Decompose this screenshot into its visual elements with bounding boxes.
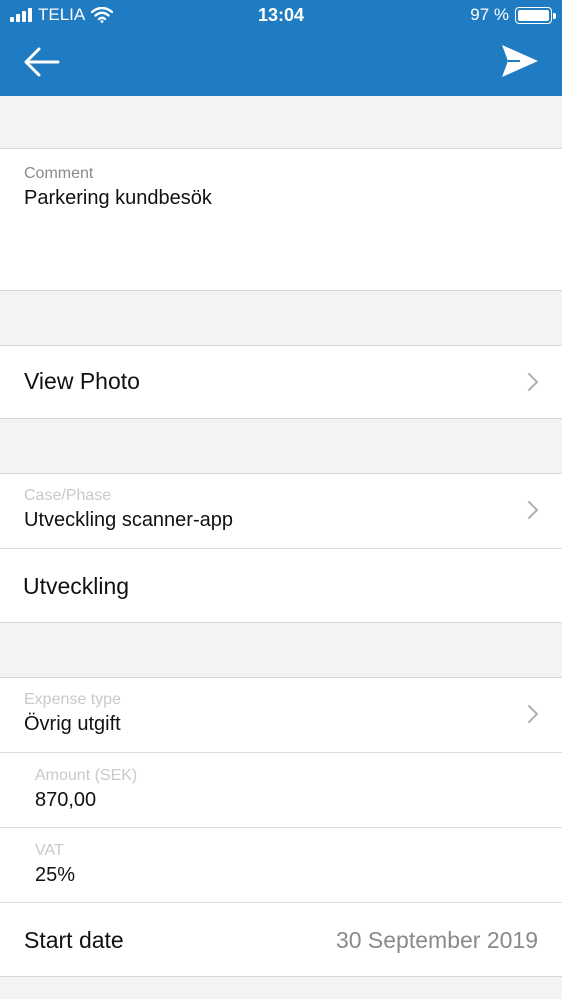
vat-field[interactable]: VAT 25% — [0, 828, 562, 903]
battery-percent: 97 % — [470, 5, 509, 24]
comment-label: Comment — [24, 165, 94, 182]
amount-field[interactable]: Amount (SEK) 870,00 — [0, 753, 562, 828]
case-phase-value: Utveckling scanner-app — [24, 509, 233, 531]
arrow-left-icon[interactable] — [22, 44, 62, 80]
expense-type-value: Övrig utgift — [24, 713, 121, 735]
comment-section: Comment Parkering kundbesök — [0, 148, 562, 291]
case-phase-label: Case/Phase — [24, 487, 112, 504]
battery-icon — [515, 6, 556, 24]
chevron-right-icon — [528, 705, 538, 723]
chevron-right-icon — [528, 501, 538, 519]
phase-row[interactable]: Utveckling — [0, 549, 562, 622]
start-date-label: Start date — [24, 927, 124, 953]
phase-value: Utveckling — [23, 573, 130, 599]
chevron-right-icon — [528, 373, 538, 391]
view-photo-label: View Photo — [24, 368, 140, 394]
vat-label: VAT — [35, 842, 64, 859]
expense-section: Expense type Övrig utgift Amount (SEK) 8… — [0, 677, 562, 977]
status-bar: TELIA 13:04 97 % — [0, 0, 562, 30]
amount-value: 870,00 — [35, 789, 97, 811]
photo-section: View Photo — [0, 345, 562, 419]
case-section: Case/Phase Utveckling scanner-app Utveck… — [0, 473, 562, 623]
start-date-row[interactable]: Start date 30 September 2019 — [0, 903, 562, 976]
start-date-value: 30 September 2019 — [335, 927, 538, 953]
view-photo-row[interactable]: View Photo — [0, 346, 562, 418]
send-icon[interactable] — [500, 42, 540, 80]
case-phase-row[interactable]: Case/Phase Utveckling scanner-app — [0, 474, 562, 549]
vat-value: 25% — [35, 864, 76, 886]
amount-label: Amount (SEK) — [35, 767, 138, 784]
comment-value: Parkering kundbesök — [24, 187, 212, 209]
top-bar: TELIA 13:04 97 % — [0, 0, 562, 96]
expense-type-label: Expense type — [24, 691, 121, 708]
expense-type-row[interactable]: Expense type Övrig utgift — [0, 678, 562, 753]
status-right: 97 % — [470, 5, 556, 25]
comment-field[interactable]: Comment Parkering kundbesök — [0, 149, 562, 290]
